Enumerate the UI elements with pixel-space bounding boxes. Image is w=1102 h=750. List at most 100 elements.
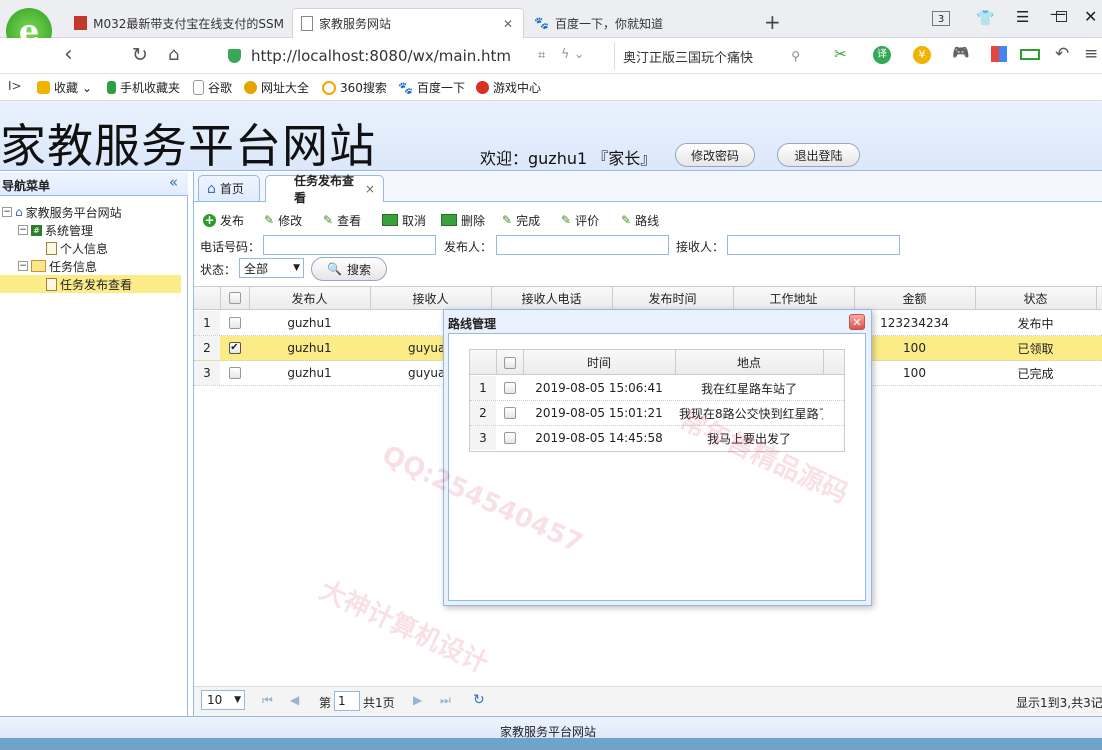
publish-button[interactable]: + 发布 xyxy=(203,212,244,228)
tree-node-profile[interactable]: 个人信息 xyxy=(46,239,108,257)
row-checkbox[interactable] xyxy=(228,317,241,329)
qr-icon[interactable]: ⌗ xyxy=(538,48,545,63)
row-checkbox[interactable] xyxy=(503,382,516,394)
translate-icon[interactable]: 译 xyxy=(873,46,891,64)
home-icon[interactable]: ⌂ xyxy=(168,44,179,65)
pencil-icon: ✎ xyxy=(502,213,513,227)
address-bar[interactable]: http://localhost:8080/wx/main.htm xyxy=(220,42,610,70)
row-checkbox-cell[interactable] xyxy=(220,361,249,385)
toolbar-label: 查看 xyxy=(337,213,362,228)
column-header[interactable]: 发布时间 xyxy=(612,286,734,310)
browser-tab-2[interactable]: 家教服务网站 ✕ xyxy=(292,8,524,38)
bookmark-games[interactable]: 游戏中心 xyxy=(476,79,541,96)
browser-tab-1[interactable]: M032最新带支付宝在线支付的SSM xyxy=(66,8,292,38)
bookmark-baidu[interactable]: 🐾 百度一下 xyxy=(398,79,465,96)
route-column-header[interactable]: 时间 xyxy=(523,350,676,375)
sidebar-toggle-icon[interactable]: I> xyxy=(8,79,22,93)
route-column-header[interactable]: 地点 xyxy=(675,350,824,375)
bookmark-sites[interactable]: 网址大全 xyxy=(244,79,309,96)
route-row-number: 2 xyxy=(470,401,496,425)
view-button[interactable]: ✎ 查看 xyxy=(323,212,361,228)
page-number-input[interactable]: 1 xyxy=(334,691,360,711)
column-header[interactable]: 发布人 xyxy=(249,286,371,310)
publisher-input[interactable] xyxy=(496,235,669,255)
row-checkbox[interactable] xyxy=(228,367,241,379)
status-select[interactable]: 全部 ▼ xyxy=(239,258,304,278)
edit-button[interactable]: ✎ 修改 xyxy=(264,212,302,228)
prev-page-icon[interactable]: ◀ xyxy=(290,693,299,707)
add-icon: + xyxy=(203,212,216,227)
refresh-icon[interactable]: ↻ xyxy=(473,692,485,708)
column-header[interactable]: 状态 xyxy=(975,286,1097,310)
select-all-checkbox[interactable] xyxy=(228,292,241,304)
select-all-checkbox[interactable] xyxy=(503,356,516,369)
change-password-button[interactable]: 修改密码 xyxy=(675,143,755,167)
row-checkbox[interactable] xyxy=(503,432,516,444)
scissors-icon[interactable]: ✂ xyxy=(834,45,847,63)
tab-count-badge[interactable]: 3 xyxy=(932,11,950,26)
first-page-icon[interactable]: ⏮ xyxy=(262,693,273,708)
shirt-icon[interactable]: 👕 xyxy=(976,9,995,27)
phone-input[interactable] xyxy=(263,235,436,255)
search-button[interactable]: 🔍 搜索 xyxy=(311,257,387,281)
route-row-checkbox-cell[interactable] xyxy=(496,426,523,450)
route-row-checkbox-cell[interactable] xyxy=(496,401,523,425)
back-icon[interactable]: ‹ xyxy=(64,42,73,67)
apps-icon[interactable] xyxy=(991,46,1007,62)
bookmark-google[interactable]: 谷歌 xyxy=(193,79,232,96)
more-icon[interactable]: ≡ xyxy=(1084,44,1098,64)
browser-tab-3[interactable]: 🐾 百度一下，你就知道 xyxy=(526,8,756,38)
bookmark-360[interactable]: 360搜索 xyxy=(322,79,387,96)
nav-title: 导航菜单 xyxy=(2,179,51,193)
close-icon[interactable]: × xyxy=(365,182,375,196)
tree-node-root[interactable]: − ⌂ 家教服务平台网站 xyxy=(2,203,122,221)
tab-task-view[interactable]: 任务发布查看 × xyxy=(265,174,384,205)
baidu-icon: 🐾 xyxy=(398,80,413,95)
new-tab-button[interactable]: + xyxy=(764,10,781,34)
route-select-all-header[interactable] xyxy=(496,350,524,375)
column-header[interactable]: 工作地址 xyxy=(733,286,855,310)
row-checkbox[interactable] xyxy=(503,407,516,419)
row-checkbox-cell[interactable]: ✔ xyxy=(220,336,249,360)
close-icon[interactable]: ✕ xyxy=(503,17,513,31)
receiver-input[interactable] xyxy=(727,235,900,255)
route-button[interactable]: ✎ 路线 xyxy=(621,212,659,228)
reload-icon[interactable]: ↻ xyxy=(132,44,148,66)
coin-icon[interactable]: ¥ xyxy=(913,46,931,64)
column-header[interactable]: 接收人电话 xyxy=(491,286,613,310)
bookmark-favorites[interactable]: 收藏 ⌄ xyxy=(37,79,92,96)
complete-button[interactable]: ✎ 完成 xyxy=(502,212,540,228)
battery-icon[interactable] xyxy=(1020,49,1040,60)
search-box[interactable]: 奥汀正版三国玩个痛快 ⚲ xyxy=(614,42,808,70)
browser-tab-label: M032最新带支付宝在线支付的SSM xyxy=(93,16,284,31)
maximize-icon[interactable] xyxy=(1056,11,1067,22)
menu-icon[interactable]: ☰ xyxy=(1016,8,1029,26)
row-checkbox-cell[interactable] xyxy=(220,311,249,335)
delete-button[interactable]: 删除 xyxy=(441,212,485,228)
review-button[interactable]: ✎ 评价 xyxy=(561,212,599,228)
column-header[interactable]: 金额 xyxy=(854,286,976,310)
file-icon xyxy=(46,277,57,291)
search-icon[interactable]: ⚲ xyxy=(791,49,800,63)
game-icon[interactable]: 🎮 xyxy=(952,45,969,61)
tree-node-system[interactable]: − # 系统管理 xyxy=(18,221,93,239)
logout-button[interactable]: 退出登陆 xyxy=(777,143,860,167)
select-all-header[interactable] xyxy=(220,286,250,310)
bookmark-mobile[interactable]: 手机收藏夹 xyxy=(107,79,180,96)
tree-node-task-view[interactable]: 任务发布查看 xyxy=(0,275,181,293)
last-page-icon[interactable]: ⏭ xyxy=(440,693,451,708)
page-size-select[interactable]: 10 ▼ xyxy=(201,690,245,710)
cancel-button[interactable]: 取消 xyxy=(382,212,426,228)
collapse-icon[interactable]: « xyxy=(169,173,178,191)
close-window-icon[interactable]: ✕ xyxy=(1084,7,1097,26)
next-page-icon[interactable]: ▶ xyxy=(413,693,422,707)
lightning-icon[interactable]: ϟ ⌄ xyxy=(561,47,585,62)
tab-home[interactable]: ⌂ 首页 xyxy=(198,175,260,201)
route-row-checkbox-cell[interactable] xyxy=(496,376,523,400)
row-checkbox-checked[interactable]: ✔ xyxy=(228,342,241,354)
undo-icon[interactable]: ↶ xyxy=(1055,44,1069,64)
dialog-close-button[interactable]: ✕ xyxy=(849,314,865,330)
tree-node-task[interactable]: − 任务信息 xyxy=(18,257,97,275)
column-header[interactable]: 接收人 xyxy=(370,286,492,310)
tree-toggle-icon: − xyxy=(18,225,28,235)
